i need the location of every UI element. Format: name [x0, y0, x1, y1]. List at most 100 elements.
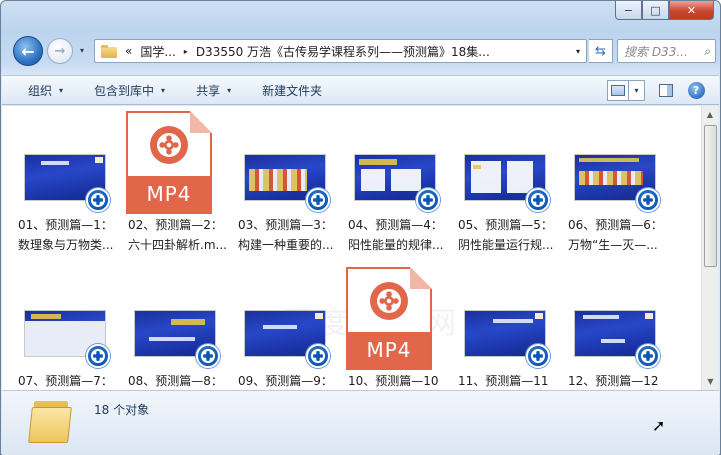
- file-thumbnail-area: [334, 108, 442, 216]
- minimize-button[interactable]: −: [615, 1, 642, 20]
- file-item[interactable]: 08、预测篇—8：: [114, 264, 223, 388]
- organize-menu[interactable]: 组织 ▾: [2, 76, 72, 104]
- forward-button[interactable]: →: [47, 38, 73, 64]
- view-options-dropdown[interactable]: ▾: [629, 80, 645, 101]
- scroll-thumb[interactable]: [704, 125, 717, 267]
- video-player-icon: [196, 344, 220, 368]
- help-icon: ?: [687, 82, 705, 99]
- file-name: 04、预测篇—4： 阳性能量的规律...: [348, 215, 452, 255]
- file-name-line2: 阳性能量的规律...: [348, 238, 444, 252]
- maximize-button[interactable]: □: [642, 1, 669, 20]
- scroll-up-button[interactable]: ▲: [702, 106, 718, 123]
- file-name: 08、预测篇—8：: [128, 371, 232, 390]
- address-overflow-chevron[interactable]: «: [125, 44, 132, 58]
- preview-pane-button[interactable]: [655, 80, 677, 101]
- organize-label: 组织: [28, 83, 53, 98]
- film-reel-icon: [150, 126, 188, 164]
- close-button[interactable]: ✕: [669, 1, 714, 20]
- chevron-down-icon: ▾: [59, 85, 64, 95]
- film-reel-icon: [370, 282, 408, 320]
- video-player-icon: [86, 344, 110, 368]
- share-menu[interactable]: 共享 ▾: [174, 76, 240, 104]
- file-name-line2: 数理象与万物类...: [18, 238, 114, 252]
- file-name-line1: 12、预测篇—12: [568, 374, 659, 388]
- share-label: 共享: [196, 83, 221, 98]
- breadcrumb-separator-icon[interactable]: ▸: [184, 47, 188, 56]
- explorer-window: − □ ✕ ← → ▾ « 国学... ▸ D33550 万浩《古传易学课程系列…: [0, 0, 721, 455]
- file-item[interactable]: 05、预测篇—5： 阴性能量运行规...: [444, 108, 553, 252]
- address-dropdown-icon[interactable]: ▾: [576, 47, 580, 56]
- file-name: 05、预测篇—5： 阴性能量运行规...: [458, 215, 562, 255]
- page-fold-icon: [190, 111, 212, 133]
- address-bar[interactable]: « 国学... ▸ D33550 万浩《古传易学课程系列——预测篇》18集...…: [94, 39, 587, 63]
- include-in-library-menu[interactable]: 包含到库中 ▾: [72, 76, 174, 104]
- file-name-line2: 六十四卦解析.m...: [128, 238, 227, 252]
- file-name-line2: 万物“生—灭—...: [568, 238, 658, 252]
- file-item[interactable]: 12、预测篇—12: [554, 264, 662, 388]
- back-button[interactable]: ←: [13, 36, 43, 66]
- video-player-icon: [86, 188, 110, 212]
- file-name-line1: 02、预测篇—2：: [128, 218, 223, 232]
- file-item[interactable]: 06、预测篇—6： 万物“生—灭—...: [554, 108, 663, 252]
- caption-buttons: − □ ✕: [615, 1, 714, 20]
- file-thumbnail-area: [444, 264, 552, 372]
- file-thumbnail-area: [554, 108, 662, 216]
- file-thumbnail-area: [4, 108, 112, 216]
- new-folder-button[interactable]: 新建文件夹: [240, 76, 331, 104]
- chevron-down-icon: ▾: [227, 85, 232, 95]
- breadcrumb-current-folder[interactable]: D33550 万浩《古传易学课程系列——预测篇》18集...: [196, 43, 490, 60]
- file-list: 百度资源网 01、预测篇—1：数理象与万物类...MP402、预测篇—2：六十四…: [2, 106, 701, 390]
- mp4-badge-label: MP4: [348, 332, 430, 368]
- file-name-line1: 01、预测篇—1：: [18, 218, 113, 232]
- include-library-label: 包含到库中: [94, 83, 155, 98]
- view-icon: [611, 85, 625, 96]
- file-name-line1: 03、预测篇—3：: [238, 218, 333, 232]
- video-player-icon: [416, 188, 440, 212]
- file-name: 01、预测篇—1： 数理象与万物类...: [18, 215, 122, 255]
- refresh-button[interactable]: ⇆: [589, 39, 613, 63]
- file-name: 09、预测篇—9：: [238, 371, 342, 390]
- mouse-cursor-icon: ➚: [652, 416, 666, 435]
- page-fold-icon: [410, 267, 432, 289]
- file-name-line2: 构建一种重要的...: [238, 238, 334, 252]
- file-thumbnail-area: [554, 264, 662, 372]
- file-item[interactable]: 11、预测篇—11: [444, 264, 552, 388]
- file-thumbnail-area: [114, 264, 222, 372]
- file-item[interactable]: 03、预测篇—3： 构建一种重要的...: [224, 108, 333, 252]
- navigation-bar: ← → ▾ « 国学... ▸ D33550 万浩《古传易学课程系列——预测篇》…: [9, 35, 716, 67]
- file-name: 10、预测篇—10: [348, 371, 452, 390]
- new-folder-label: 新建文件夹: [262, 83, 323, 98]
- file-name: 11、预测篇—11: [458, 371, 562, 390]
- file-name: 06、预测篇—6： 万物“生—灭—...: [568, 215, 672, 255]
- file-name-line1: 10、预测篇—10: [348, 374, 439, 388]
- file-name: 12、预测篇—12: [568, 371, 672, 390]
- file-item[interactable]: 07、预测篇—7：: [4, 264, 113, 388]
- object-count: 18 个对象: [94, 403, 150, 417]
- scroll-down-button[interactable]: ▼: [702, 373, 719, 390]
- file-name: 07、预测篇—7：: [18, 371, 122, 390]
- file-name-line2: 阴性能量运行规...: [458, 238, 554, 252]
- breadcrumb-guoxue[interactable]: 国学...: [140, 43, 175, 60]
- chevron-down-icon: ▾: [161, 85, 166, 95]
- search-placeholder: 搜索 D33...: [624, 44, 688, 59]
- help-button[interactable]: ?: [685, 80, 707, 101]
- search-input[interactable]: 搜索 D33... ⌕: [617, 39, 716, 63]
- change-view-button[interactable]: [607, 80, 629, 101]
- file-item[interactable]: 04、预测篇—4： 阳性能量的规律...: [334, 108, 443, 252]
- preview-pane-icon: [659, 84, 673, 97]
- file-name-line1: 07、预测篇—7：: [18, 374, 113, 388]
- search-icon[interactable]: ⌕: [704, 44, 711, 59]
- file-name: 03、预测篇—3： 构建一种重要的...: [238, 215, 342, 255]
- file-item[interactable]: MP4 10、预测篇—10: [334, 264, 442, 388]
- file-item[interactable]: 09、预测篇—9：: [224, 264, 333, 388]
- video-player-icon: [306, 344, 330, 368]
- video-player-icon: [526, 344, 550, 368]
- file-item[interactable]: 01、预测篇—1： 数理象与万物类...: [4, 108, 113, 252]
- file-item[interactable]: MP4 02、预测篇—2： 六十四卦解析.m...: [114, 108, 227, 252]
- history-dropdown-button[interactable]: ▾: [77, 44, 87, 56]
- file-name-line1: 05、预测篇—5：: [458, 218, 553, 232]
- file-name: 02、预测篇—2： 六十四卦解析.m...: [128, 215, 232, 255]
- folder-icon: [28, 397, 76, 443]
- vertical-scrollbar[interactable]: ▲ ▼: [701, 106, 718, 390]
- file-name-line1: 04、预测篇—4：: [348, 218, 443, 232]
